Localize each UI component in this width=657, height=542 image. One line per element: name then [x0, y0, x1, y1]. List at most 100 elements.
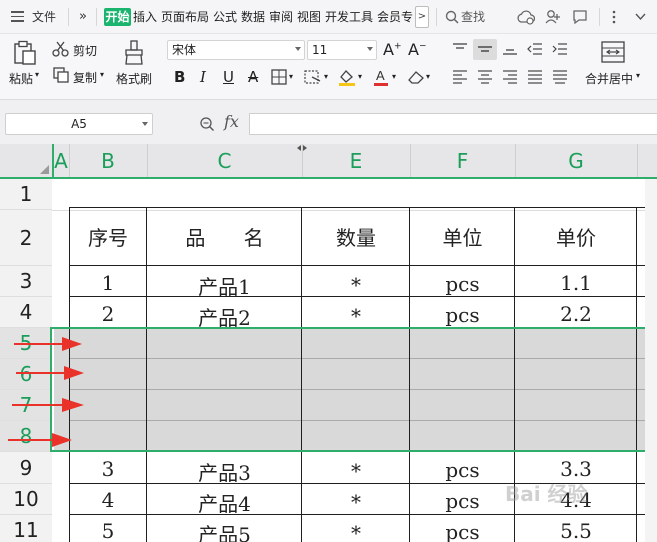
border-dropdown-icon[interactable]: ▾	[289, 72, 293, 81]
bold-button[interactable]: B	[174, 68, 185, 86]
justify-icon[interactable]	[527, 70, 543, 84]
table-cell[interactable]: 5.5	[515, 519, 637, 542]
row-header-11[interactable]: 11	[0, 515, 52, 542]
scissors-icon[interactable]	[52, 41, 69, 57]
tab-insert[interactable]: 插入	[133, 0, 157, 34]
header-cell-price[interactable]: 单价	[515, 222, 637, 251]
column-divider[interactable]	[637, 144, 638, 177]
table-cell[interactable]: pcs	[410, 520, 515, 542]
align-left-icon[interactable]	[452, 70, 468, 84]
file-menu[interactable]: 文件	[32, 0, 56, 34]
format-painter-icon[interactable]	[123, 40, 145, 66]
font-name-select[interactable]: 宋体	[167, 40, 305, 60]
hidden-column-d-marker-icon[interactable]	[296, 144, 308, 152]
font-size-select[interactable]: 11	[307, 40, 377, 60]
align-right-icon[interactable]	[502, 70, 518, 84]
table-cell[interactable]: *	[302, 490, 410, 514]
table-cell[interactable]: 产品4	[147, 488, 302, 517]
column-header-b[interactable]: B	[69, 144, 147, 177]
table-cell[interactable]: *	[302, 459, 410, 483]
font-color-dropdown-icon[interactable]: ▾	[392, 72, 396, 81]
table-cell[interactable]: 1.1	[515, 271, 637, 295]
copy-icon[interactable]	[53, 67, 69, 83]
table-cell[interactable]: pcs	[410, 458, 515, 482]
tab-review[interactable]: 审阅	[269, 0, 293, 34]
table-cell[interactable]: 3	[69, 457, 147, 481]
row-header-10[interactable]: 10	[0, 484, 52, 515]
merge-center-dropdown-icon[interactable]: ▾	[636, 71, 640, 80]
copy-dropdown-icon[interactable]: ▾	[100, 70, 104, 79]
table-cell[interactable]: *	[302, 521, 410, 542]
function-icon[interactable]: fx	[224, 112, 239, 131]
table-cell[interactable]: pcs	[410, 272, 515, 296]
paste-dropdown-icon[interactable]: ▾	[35, 70, 39, 79]
column-header-c[interactable]: C	[147, 144, 302, 177]
cut-button[interactable]: 剪切	[73, 42, 97, 59]
header-cell-serial[interactable]: 序号	[69, 222, 147, 251]
table-cell[interactable]: 1	[69, 271, 147, 295]
row-header-9[interactable]: 9	[0, 452, 52, 484]
zoom-search-icon[interactable]	[199, 116, 215, 132]
header-cell-unit[interactable]: 单位	[410, 222, 515, 251]
align-bottom-icon[interactable]	[502, 42, 518, 56]
table-cell[interactable]: pcs	[410, 489, 515, 513]
tab-formulas[interactable]: 公式	[213, 0, 237, 34]
table-cell[interactable]: 产品3	[147, 457, 302, 486]
row-header-1[interactable]: 1	[0, 179, 52, 210]
underline-button[interactable]: U	[223, 68, 234, 86]
row-header-2[interactable]: 2	[0, 210, 52, 266]
cell-style-icon[interactable]	[304, 69, 322, 85]
table-cell[interactable]: 产品1	[147, 271, 302, 300]
row-header-3[interactable]: 3	[0, 266, 52, 297]
more-options-icon[interactable]	[611, 10, 617, 24]
eraser-dropdown-icon[interactable]: ▾	[426, 72, 430, 81]
formula-input[interactable]	[249, 113, 657, 135]
tab-member[interactable]: 会员专	[377, 0, 413, 34]
name-box[interactable]: A5	[5, 113, 153, 135]
column-header-e[interactable]: E	[302, 144, 410, 177]
merge-center-icon[interactable]	[601, 41, 625, 63]
copy-button[interactable]: 复制	[73, 69, 97, 86]
column-header-g[interactable]: G	[515, 144, 637, 177]
tab-view[interactable]: 视图	[297, 0, 321, 34]
tab-home[interactable]: 开始	[104, 8, 131, 26]
name-box-dropdown-icon[interactable]	[142, 122, 148, 126]
tab-page-layout[interactable]: 页面布局	[161, 0, 209, 34]
share-user-icon[interactable]	[545, 9, 561, 25]
comment-icon[interactable]	[572, 9, 588, 25]
search-icon[interactable]	[445, 10, 459, 24]
merge-center-button[interactable]: 合并居中	[585, 70, 633, 87]
column-divider[interactable]	[147, 144, 148, 177]
collapse-ribbon-icon[interactable]	[634, 10, 647, 23]
table-cell[interactable]: 4	[69, 488, 147, 512]
header-cell-product[interactable]: 品 名	[147, 222, 302, 251]
column-header-f[interactable]: F	[410, 144, 515, 177]
align-center-icon[interactable]	[477, 70, 493, 84]
hamburger-menu-icon[interactable]	[11, 11, 24, 22]
align-top-icon[interactable]	[452, 42, 468, 56]
eraser-icon[interactable]	[407, 69, 425, 85]
format-painter-button[interactable]: 格式刷	[116, 70, 152, 87]
increase-font-icon[interactable]: A+	[383, 40, 402, 59]
table-cell[interactable]: 2	[69, 302, 147, 326]
tab-overflow-left-icon[interactable]: »	[79, 0, 87, 34]
tab-more-icon[interactable]: >	[415, 6, 429, 28]
decrease-indent-icon[interactable]	[527, 42, 543, 56]
increase-indent-icon[interactable]	[552, 42, 568, 56]
border-icon[interactable]	[271, 69, 287, 85]
strikethrough-button[interactable]: A	[248, 68, 258, 86]
table-cell[interactable]: 2.2	[515, 302, 637, 326]
column-header-a[interactable]: A	[53, 144, 69, 177]
table-cell[interactable]: 产品5	[147, 519, 302, 542]
select-all-corner[interactable]	[0, 144, 52, 177]
font-color-icon[interactable]: A	[373, 68, 389, 86]
table-cell[interactable]: 产品2	[147, 302, 302, 331]
cell-style-dropdown-icon[interactable]: ▾	[324, 72, 328, 81]
decrease-font-icon[interactable]: A−	[408, 40, 427, 59]
column-divider[interactable]	[410, 144, 411, 177]
italic-button[interactable]: I	[200, 68, 206, 86]
tab-developer[interactable]: 开发工具	[325, 0, 373, 34]
table-cell[interactable]: *	[302, 304, 410, 328]
cloud-sync-icon[interactable]	[517, 9, 535, 25]
table-cell[interactable]: 5	[69, 519, 147, 542]
